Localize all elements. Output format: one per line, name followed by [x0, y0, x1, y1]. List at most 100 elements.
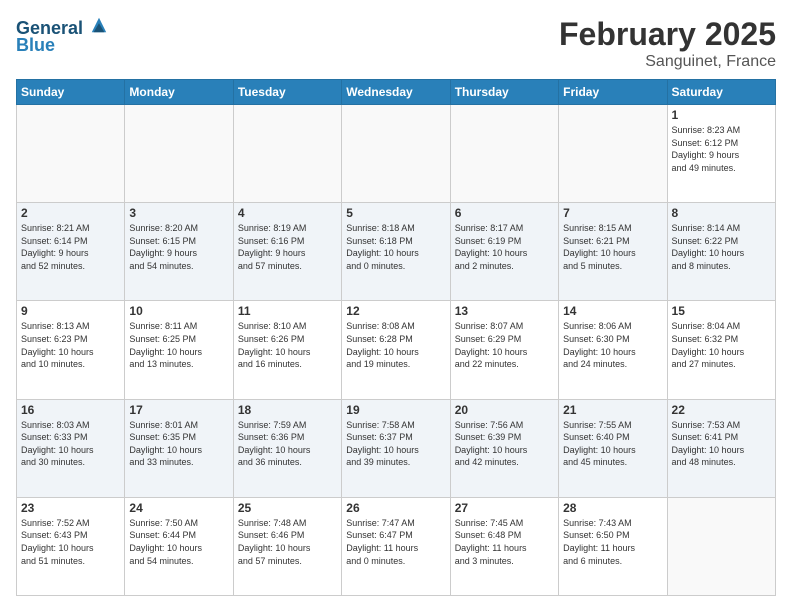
calendar-cell: 27Sunrise: 7:45 AM Sunset: 6:48 PM Dayli… [450, 497, 558, 595]
day-info: Sunrise: 8:14 AM Sunset: 6:22 PM Dayligh… [672, 222, 771, 272]
logo: General Blue [16, 16, 108, 56]
day-info: Sunrise: 7:45 AM Sunset: 6:48 PM Dayligh… [455, 517, 554, 567]
day-number: 25 [238, 501, 337, 515]
day-info: Sunrise: 7:50 AM Sunset: 6:44 PM Dayligh… [129, 517, 228, 567]
col-tuesday: Tuesday [233, 80, 341, 105]
day-info: Sunrise: 8:01 AM Sunset: 6:35 PM Dayligh… [129, 419, 228, 469]
calendar-cell: 2 Sunrise: 8:21 AM Sunset: 6:14 PM Daylig… [17, 203, 125, 301]
calendar-cell: 6 Sunrise: 8:17 AM Sunset: 6:19 PM Daylig… [450, 203, 558, 301]
day-info: Sunrise: 8:06 AM Sunset: 6:30 PM Dayligh… [563, 320, 662, 370]
day-number: 3 [129, 206, 228, 220]
col-friday: Friday [559, 80, 667, 105]
day-number: 12 [346, 304, 445, 318]
calendar-cell [450, 105, 558, 203]
day-info: Sunrise: 8:21 AM Sunset: 6:14 PM Dayligh… [21, 222, 120, 272]
day-number: 21 [563, 403, 662, 417]
col-saturday: Saturday [667, 80, 775, 105]
day-info: Sunrise: 8:13 AM Sunset: 6:23 PM Dayligh… [21, 320, 120, 370]
day-number: 28 [563, 501, 662, 515]
calendar-cell: 17 Sunrise: 8:01 AM Sunset: 6:35 PM Dayli… [125, 399, 233, 497]
calendar-week-3: 9 Sunrise: 8:13 AM Sunset: 6:23 PM Daylig… [17, 301, 776, 399]
day-info: Sunrise: 8:10 AM Sunset: 6:26 PM Dayligh… [238, 320, 337, 370]
calendar-cell: 24 Sunrise: 7:50 AM Sunset: 6:44 PM Dayli… [125, 497, 233, 595]
day-number: 15 [672, 304, 771, 318]
calendar-cell: 14 Sunrise: 8:06 AM Sunset: 6:30 PM Dayli… [559, 301, 667, 399]
calendar-week-5: 23Sunrise: 7:52 AM Sunset: 6:43 PM Dayli… [17, 497, 776, 595]
day-info: Sunrise: 7:55 AM Sunset: 6:40 PM Dayligh… [563, 419, 662, 469]
day-info: Sunrise: 7:43 AM Sunset: 6:50 PM Dayligh… [563, 517, 662, 567]
calendar-cell: 4Sunrise: 8:19 AM Sunset: 6:16 PM Daylig… [233, 203, 341, 301]
day-info: Sunrise: 8:23 AM Sunset: 6:12 PM Dayligh… [672, 124, 771, 174]
calendar-header-row: Sunday Monday Tuesday Wednesday Thursday… [17, 80, 776, 105]
calendar-cell [17, 105, 125, 203]
calendar-cell: 10 Sunrise: 8:11 AM Sunset: 6:25 PM Dayli… [125, 301, 233, 399]
calendar-week-2: 2 Sunrise: 8:21 AM Sunset: 6:14 PM Daylig… [17, 203, 776, 301]
day-number: 20 [455, 403, 554, 417]
calendar-cell: 18 Sunrise: 7:59 AM Sunset: 6:36 PM Dayli… [233, 399, 341, 497]
day-info: Sunrise: 8:19 AM Sunset: 6:16 PM Dayligh… [238, 222, 337, 272]
calendar-subtitle: Sanguinet, France [559, 53, 776, 71]
col-thursday: Thursday [450, 80, 558, 105]
col-monday: Monday [125, 80, 233, 105]
page: General Blue February 2025 Sanguinet, Fr… [0, 0, 792, 612]
calendar-cell: 20 Sunrise: 7:56 AM Sunset: 6:39 PM Dayli… [450, 399, 558, 497]
day-number: 7 [563, 206, 662, 220]
calendar-cell: 15Sunrise: 8:04 AM Sunset: 6:32 PM Dayli… [667, 301, 775, 399]
title-block: February 2025 Sanguinet, France [559, 16, 776, 71]
day-number: 1 [672, 108, 771, 122]
day-number: 24 [129, 501, 228, 515]
day-info: Sunrise: 8:08 AM Sunset: 6:28 PM Dayligh… [346, 320, 445, 370]
day-number: 10 [129, 304, 228, 318]
calendar-cell: 1 Sunrise: 8:23 AM Sunset: 6:12 PM Daylig… [667, 105, 775, 203]
day-number: 13 [455, 304, 554, 318]
calendar-cell [125, 105, 233, 203]
day-info: Sunrise: 8:03 AM Sunset: 6:33 PM Dayligh… [21, 419, 120, 469]
day-number: 5 [346, 206, 445, 220]
day-info: Sunrise: 7:59 AM Sunset: 6:36 PM Dayligh… [238, 419, 337, 469]
calendar-cell: 23Sunrise: 7:52 AM Sunset: 6:43 PM Dayli… [17, 497, 125, 595]
day-number: 9 [21, 304, 120, 318]
col-wednesday: Wednesday [342, 80, 450, 105]
day-info: Sunrise: 7:47 AM Sunset: 6:47 PM Dayligh… [346, 517, 445, 567]
calendar-week-4: 16 Sunrise: 8:03 AM Sunset: 6:33 PM Dayli… [17, 399, 776, 497]
day-number: 16 [21, 403, 120, 417]
day-info: Sunrise: 8:15 AM Sunset: 6:21 PM Dayligh… [563, 222, 662, 272]
calendar-table: Sunday Monday Tuesday Wednesday Thursday… [16, 79, 776, 596]
day-info: Sunrise: 7:48 AM Sunset: 6:46 PM Dayligh… [238, 517, 337, 567]
header: General Blue February 2025 Sanguinet, Fr… [16, 16, 776, 71]
calendar-cell: 8 Sunrise: 8:14 AM Sunset: 6:22 PM Daylig… [667, 203, 775, 301]
day-info: Sunrise: 7:56 AM Sunset: 6:39 PM Dayligh… [455, 419, 554, 469]
day-info: Sunrise: 8:11 AM Sunset: 6:25 PM Dayligh… [129, 320, 228, 370]
calendar-cell: 22Sunrise: 7:53 AM Sunset: 6:41 PM Dayli… [667, 399, 775, 497]
day-number: 8 [672, 206, 771, 220]
col-sunday: Sunday [17, 80, 125, 105]
calendar-cell: 19 Sunrise: 7:58 AM Sunset: 6:37 PM Dayli… [342, 399, 450, 497]
day-info: Sunrise: 8:17 AM Sunset: 6:19 PM Dayligh… [455, 222, 554, 272]
day-info: Sunrise: 7:58 AM Sunset: 6:37 PM Dayligh… [346, 419, 445, 469]
calendar-cell [667, 497, 775, 595]
day-info: Sunrise: 7:52 AM Sunset: 6:43 PM Dayligh… [21, 517, 120, 567]
calendar-cell: 3Sunrise: 8:20 AM Sunset: 6:15 PM Daylig… [125, 203, 233, 301]
calendar-cell [233, 105, 341, 203]
calendar-cell: 25 Sunrise: 7:48 AM Sunset: 6:46 PM Dayli… [233, 497, 341, 595]
day-number: 2 [21, 206, 120, 220]
day-info: Sunrise: 8:07 AM Sunset: 6:29 PM Dayligh… [455, 320, 554, 370]
calendar-cell: 13 Sunrise: 8:07 AM Sunset: 6:29 PM Dayli… [450, 301, 558, 399]
day-number: 11 [238, 304, 337, 318]
day-number: 14 [563, 304, 662, 318]
calendar-cell: 26Sunrise: 7:47 AM Sunset: 6:47 PM Dayli… [342, 497, 450, 595]
day-number: 17 [129, 403, 228, 417]
calendar-cell: 12 Sunrise: 8:08 AM Sunset: 6:28 PM Dayli… [342, 301, 450, 399]
calendar-cell: 28 Sunrise: 7:43 AM Sunset: 6:50 PM Dayli… [559, 497, 667, 595]
calendar-cell: 9 Sunrise: 8:13 AM Sunset: 6:23 PM Daylig… [17, 301, 125, 399]
calendar-cell [342, 105, 450, 203]
day-info: Sunrise: 8:18 AM Sunset: 6:18 PM Dayligh… [346, 222, 445, 272]
calendar-cell: 16 Sunrise: 8:03 AM Sunset: 6:33 PM Dayli… [17, 399, 125, 497]
day-number: 18 [238, 403, 337, 417]
day-number: 6 [455, 206, 554, 220]
day-number: 19 [346, 403, 445, 417]
calendar-cell: 11 Sunrise: 8:10 AM Sunset: 6:26 PM Dayli… [233, 301, 341, 399]
logo-icon [90, 16, 108, 34]
calendar-title: February 2025 [559, 16, 776, 53]
day-info: Sunrise: 7:53 AM Sunset: 6:41 PM Dayligh… [672, 419, 771, 469]
